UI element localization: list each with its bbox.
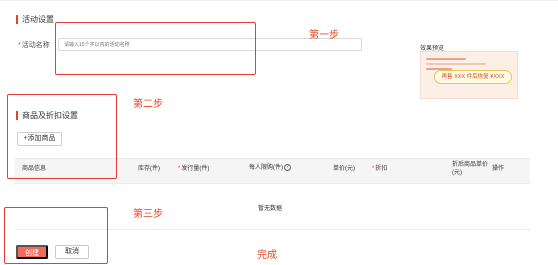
th-issue-quantity-text: 发行量(件) — [181, 166, 210, 172]
step3-annotation-box — [4, 207, 108, 264]
step2-annotation-box — [7, 94, 117, 179]
th-actions-text: 操作 — [492, 166, 505, 172]
th-issue-quantity: *发行量(件) — [178, 165, 209, 173]
required-mark: * — [372, 166, 375, 172]
th-actions: 操作 — [492, 165, 504, 173]
th-discounted-price-text: 折后商品单价(元) — [452, 162, 489, 176]
th-discount-text: 折扣 — [375, 166, 388, 172]
step1-annotation-box — [55, 22, 256, 75]
preview-restock-pill: 再售 XXX 件后恢复 ¥XXX — [434, 70, 512, 84]
preview-line — [426, 58, 466, 60]
step3-annotation-label: 第三步 — [133, 209, 163, 220]
preview-line — [426, 63, 486, 65]
activity-name-label-text: 活动名称 — [21, 42, 50, 49]
th-per-user-limit: 每人限购(件)? — [249, 164, 291, 172]
step2-annotation-label: 第二步 — [133, 99, 163, 110]
required-mark: * — [178, 166, 181, 172]
step1-annotation-label: 第一步 — [309, 30, 339, 41]
th-discounted-price: 折后商品单价(元) — [452, 161, 488, 177]
question-circle-icon[interactable]: ? — [284, 164, 291, 171]
activity-settings-title: 活动设置 — [16, 14, 54, 25]
th-per-user-limit-text: 每人限购(件) — [249, 165, 283, 172]
th-discount: *折扣 — [372, 165, 387, 173]
required-mark: * — [18, 42, 21, 49]
th-unit-price: 单价(元) — [333, 165, 355, 173]
th-unit-price-text: 单价(元) — [333, 166, 355, 172]
top-divider — [0, 0, 558, 1]
activity-name-label: *活动名称 — [18, 40, 50, 50]
done-annotation-label: 完成 — [257, 250, 277, 261]
th-stock-text: 库存(件) — [138, 166, 160, 172]
th-stock: 库存(件) — [138, 165, 160, 173]
table-empty-text: 暂无数据 — [258, 206, 283, 212]
activity-settings-title-text: 活动设置 — [22, 15, 54, 24]
